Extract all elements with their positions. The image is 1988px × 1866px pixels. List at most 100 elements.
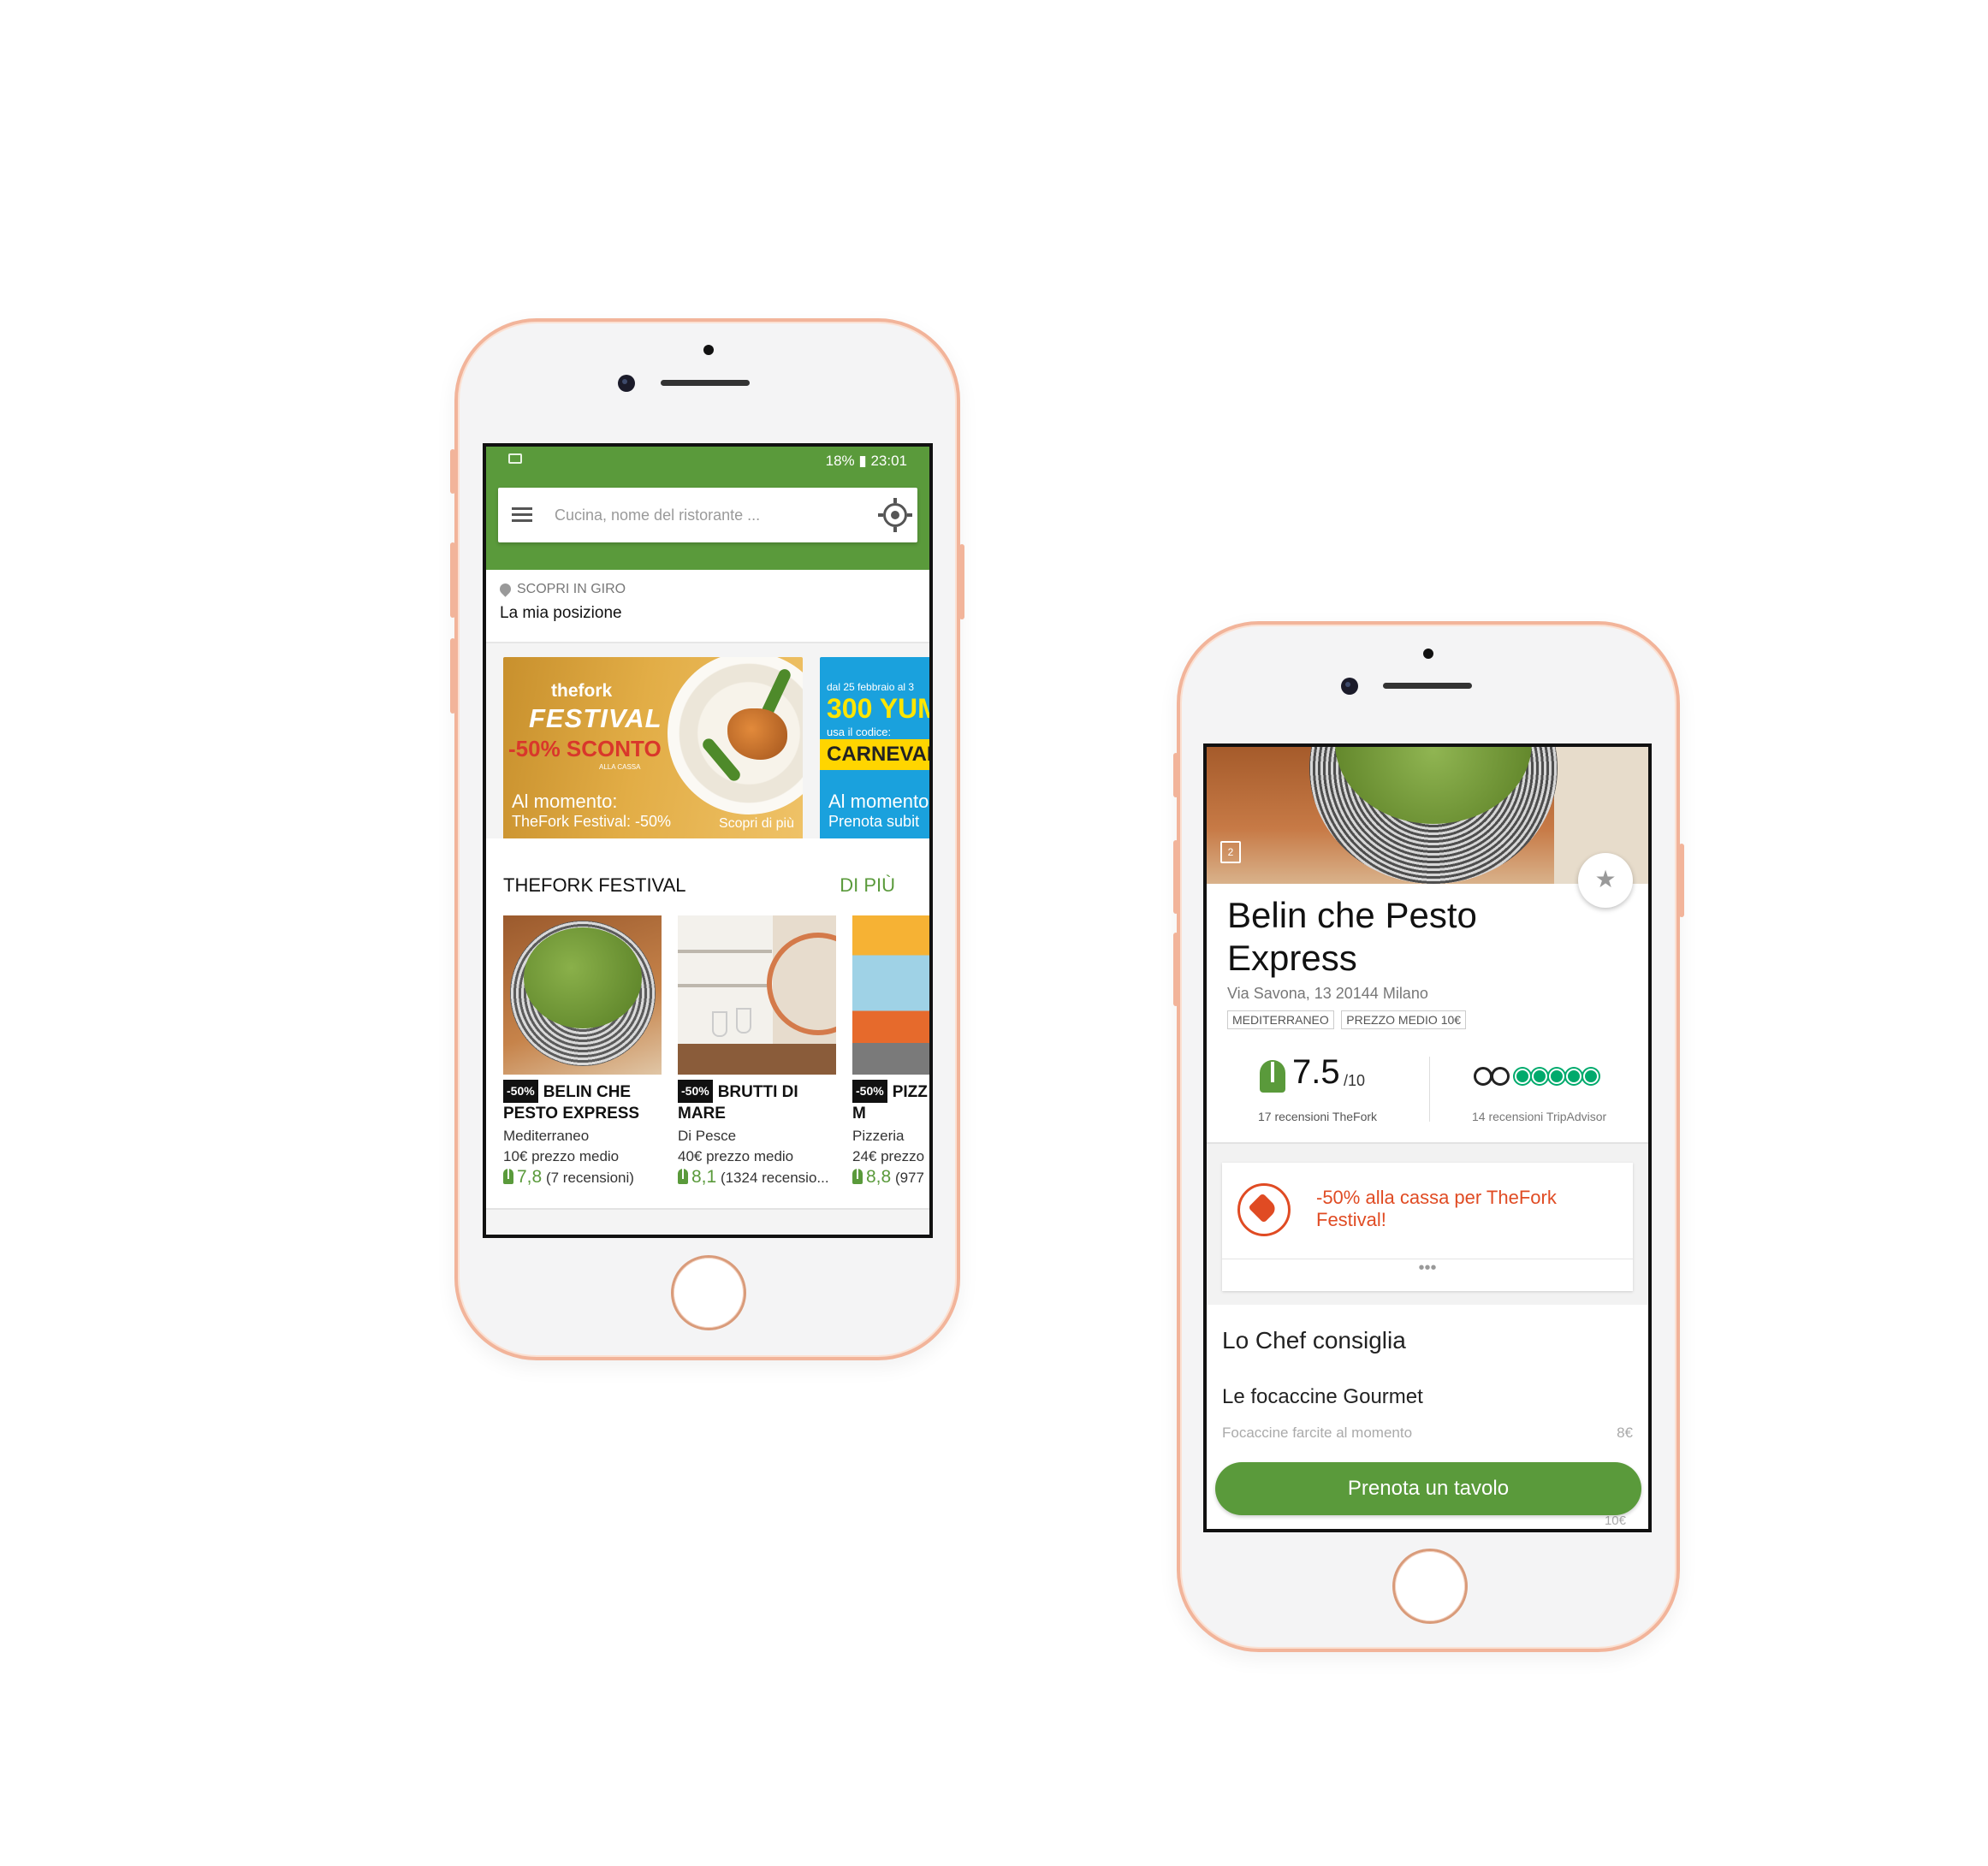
tripadvisor-reviews-link[interactable]: 14 recensioni TripAdvisor xyxy=(1472,1110,1606,1123)
banner2-code-label: usa il codice: xyxy=(827,726,892,738)
favorite-star-button[interactable]: ★ xyxy=(1578,853,1633,908)
next-dish-price: 10€ xyxy=(1604,1514,1626,1528)
list-bottom xyxy=(486,1208,929,1235)
screen-restaurant-detail: 2 ★ Belin che Pesto Express Via Savona, … xyxy=(1203,743,1652,1532)
thefork-score-max: /10 xyxy=(1344,1072,1366,1089)
thefork-rating-icon xyxy=(503,1169,513,1184)
map-pin-icon xyxy=(497,581,513,597)
restaurant-rating: 7,8 (7 recensioni) xyxy=(503,1167,634,1188)
promo-carousel: thefork FESTIVAL -50% SCONTO ALLA CASSA … xyxy=(486,643,929,840)
banner2-code: CARNEVAL xyxy=(827,743,933,766)
status-text: 18% ▮ 23:01 xyxy=(825,453,907,469)
promo-banner-thefork-festival[interactable]: thefork FESTIVAL -50% SCONTO ALLA CASSA … xyxy=(503,657,803,840)
banner-discount: -50% SCONTO xyxy=(508,736,662,761)
tripadvisor-bubble xyxy=(1566,1069,1581,1084)
tripadvisor-bubble xyxy=(1549,1069,1564,1084)
front-camera xyxy=(1341,678,1358,695)
promo-card[interactable]: -50% alla cassa per TheFork Festival! ••… xyxy=(1222,1163,1633,1291)
restaurant-name: -50% BRUTTI DI MARE xyxy=(678,1080,836,1124)
thefork-reviews-link[interactable]: 17 recensioni TheFork xyxy=(1258,1110,1377,1123)
dish-description: Focaccine farcite al momento xyxy=(1222,1425,1413,1441)
section-more-link[interactable]: DI PIÙ xyxy=(840,874,895,897)
volume-up-button-left xyxy=(450,542,455,618)
restaurant-hero-photo[interactable]: 2 xyxy=(1207,747,1648,884)
promo-section: -50% alla cassa per TheFork Festival! ••… xyxy=(1207,1142,1648,1305)
restaurant-photo xyxy=(852,915,929,1075)
banner-subtitle: TheFork Festival: -50% xyxy=(512,813,672,830)
restaurant-cuisine: Pizzeria xyxy=(852,1128,905,1144)
ratings-row: 7.5 /10 17 recensioni TheFork 14 recensi… xyxy=(1207,1048,1648,1142)
thefork-score: 7.5 xyxy=(1292,1053,1340,1091)
proximity-sensor xyxy=(1423,649,1433,659)
banner-small-text: ALLA CASSA xyxy=(599,763,641,771)
banner-discover-link[interactable]: Scopri di più xyxy=(719,816,794,832)
discount-badge: -50% xyxy=(852,1080,887,1103)
section-header: THEFORK FESTIVAL DI PIÙ xyxy=(486,838,929,922)
volume-down-button-right xyxy=(1173,933,1178,1006)
restaurant-title: Belin che Pesto Express xyxy=(1227,895,1477,978)
banner-now-label: Al momento: xyxy=(512,791,618,812)
home-button-left[interactable] xyxy=(671,1255,746,1330)
banner2-title: 300 YUM xyxy=(827,693,933,724)
power-button-left xyxy=(959,544,964,619)
restaurant-address: Via Savona, 13 20144 Milano xyxy=(1227,985,1428,1002)
dish-price: 8€ xyxy=(1617,1425,1633,1441)
locate-me-icon[interactable] xyxy=(878,498,912,532)
banner-brand: thefork xyxy=(551,681,613,701)
banner-title: FESTIVAL xyxy=(529,703,662,733)
location-selector[interactable]: SCOPRI IN GIRO La mia posizione xyxy=(486,570,929,643)
restaurant-tags: MEDITERRANEO PREZZO MEDIO 10€ xyxy=(1227,1010,1469,1029)
restaurant-cuisine: Di Pesce xyxy=(678,1128,737,1144)
restaurant-price: 24€ prezzo xyxy=(852,1148,925,1164)
hamburger-menu-icon[interactable] xyxy=(512,507,532,523)
discount-badge: -50% xyxy=(678,1080,713,1103)
proximity-sensor xyxy=(703,345,714,355)
earpiece-speaker xyxy=(1383,683,1472,689)
screen-search-home: 18% ▮ 23:01 SCOPRI IN GIRO La mia posizi… xyxy=(483,443,933,1238)
price-tag: PREZZO MEDIO 10€ xyxy=(1341,1010,1467,1029)
mute-switch-right xyxy=(1173,753,1178,797)
volume-up-button-right xyxy=(1173,840,1178,914)
gallery-icon[interactable]: 2 xyxy=(1220,841,1241,863)
search-bar xyxy=(498,488,917,542)
price-tag-icon xyxy=(1237,1183,1291,1236)
home-button-right[interactable] xyxy=(1392,1549,1468,1624)
food-plate-image xyxy=(668,657,803,815)
book-table-button[interactable]: Prenota un tavolo xyxy=(1215,1462,1641,1515)
mute-switch-left xyxy=(450,449,455,494)
banner2-dates: dal 25 febbraio al 3 xyxy=(827,681,915,693)
restaurant-name: -50% BELIN CHE PESTO EXPRESS xyxy=(503,1080,662,1124)
tripadvisor-bubble xyxy=(1583,1069,1599,1084)
promo-banner-carnival[interactable]: dal 25 febbraio al 3 300 YUM usa il codi… xyxy=(820,657,933,840)
search-input[interactable] xyxy=(555,503,871,527)
status-bar: 18% ▮ 23:01 xyxy=(486,447,929,476)
cuisine-tag: MEDITERRANEO xyxy=(1227,1010,1334,1029)
restaurant-price: 10€ prezzo medio xyxy=(503,1148,620,1164)
promo-text: -50% alla cassa per TheFork Festival! xyxy=(1316,1187,1557,1230)
restaurant-cuisine: Mediterraneo xyxy=(503,1128,590,1144)
restaurant-photo xyxy=(503,915,662,1075)
restaurant-name: -50%PIZZ PUMMA' M xyxy=(852,1080,929,1124)
laptop-icon xyxy=(508,453,522,464)
tripadvisor-bubble xyxy=(1532,1069,1547,1084)
restaurant-rating: 8,1 (1324 recensio... xyxy=(678,1167,829,1188)
front-camera xyxy=(618,375,635,392)
restaurant-photo xyxy=(678,915,836,1075)
power-button-right xyxy=(1679,844,1684,917)
thefork-logo-icon xyxy=(1260,1060,1285,1093)
thefork-rating-icon xyxy=(678,1169,688,1184)
restaurant-price: 40€ prezzo medio xyxy=(678,1148,794,1164)
discount-badge: -50% xyxy=(503,1080,538,1103)
tripadvisor-owl-icon xyxy=(1474,1067,1511,1087)
more-options-icon[interactable]: ••• xyxy=(1222,1259,1633,1291)
chef-section-title: Lo Chef consiglia xyxy=(1222,1327,1406,1354)
tripadvisor-bubbles xyxy=(1515,1069,1600,1088)
restaurant-carousel: -50% BELIN CHE PESTO EXPRESS Mediterraneo… xyxy=(486,915,929,1206)
section-title: THEFORK FESTIVAL xyxy=(503,874,686,896)
tripadvisor-bubble xyxy=(1515,1069,1530,1084)
earpiece-speaker xyxy=(661,380,750,386)
thefork-rating-icon xyxy=(852,1169,863,1184)
volume-down-button-left xyxy=(450,638,455,714)
location-label: SCOPRI IN GIRO xyxy=(517,582,626,596)
app-bar xyxy=(486,476,929,570)
